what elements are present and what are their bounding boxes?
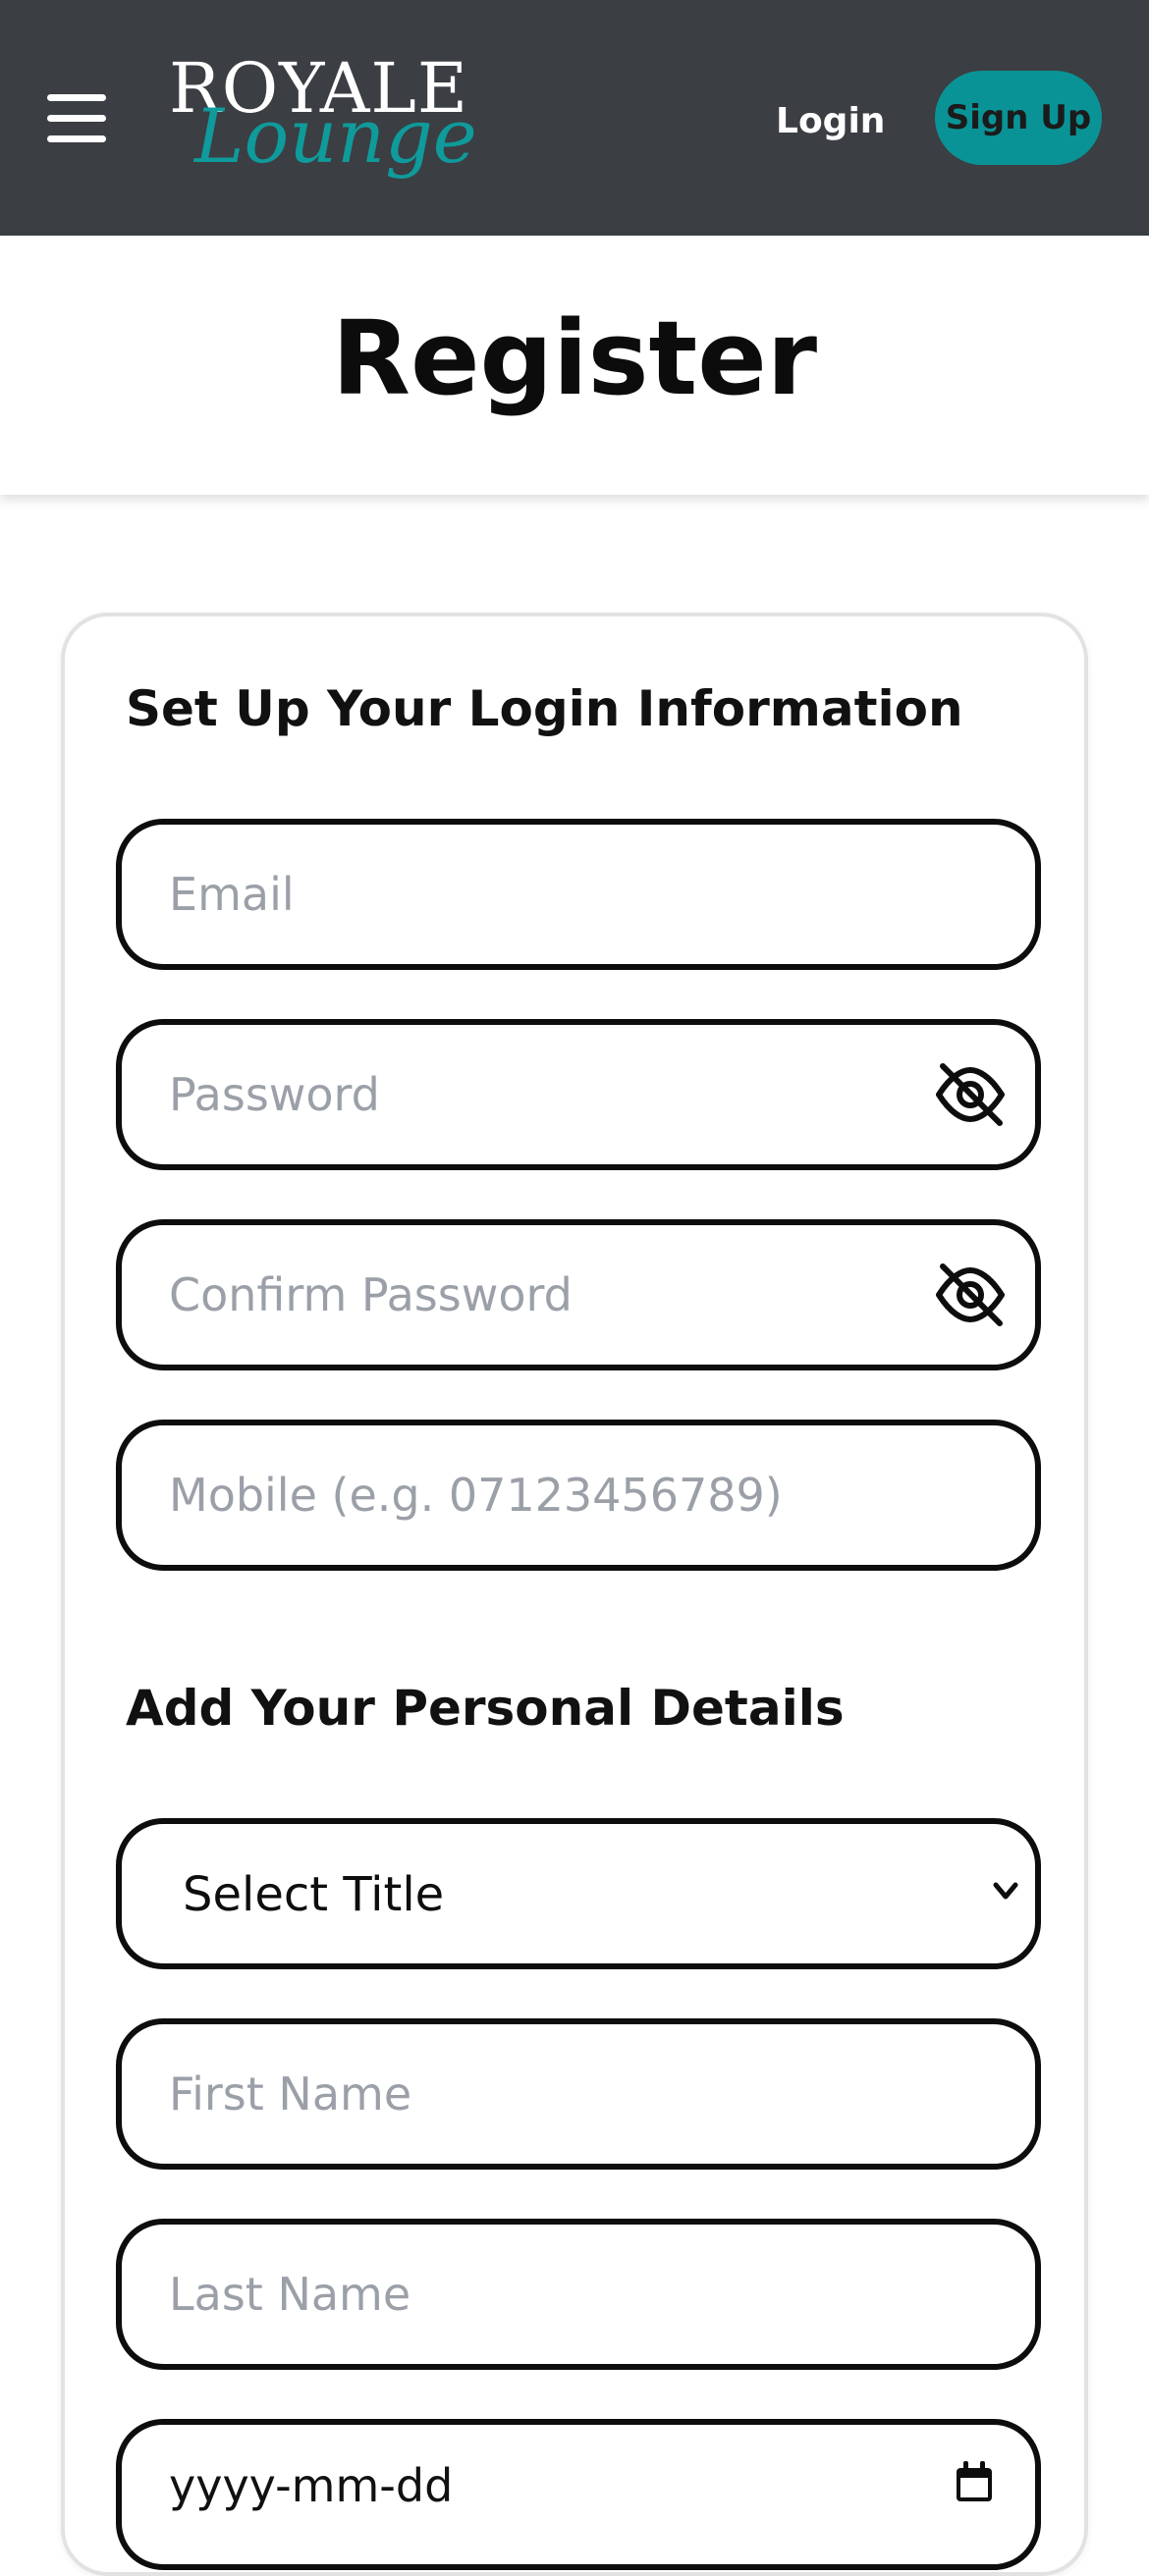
title-select-value: Select Title [183, 1867, 445, 1922]
mobile-input[interactable] [169, 1425, 955, 1565]
eye-off-icon[interactable] [935, 1262, 1006, 1327]
royale-lounge-logo[interactable]: ROYALE Lounge [169, 49, 477, 187]
calendar-icon[interactable] [955, 2460, 994, 2503]
logo-wordmark-lounge: Lounge [194, 92, 477, 180]
hamburger-icon[interactable] [47, 94, 106, 142]
date-of-birth-field[interactable]: yyyy-mm-dd [116, 2419, 1041, 2570]
date-of-birth-placeholder: yyyy-mm-dd [169, 2459, 454, 2512]
chevron-down-icon [993, 1882, 1018, 1900]
first-name-field[interactable] [116, 2018, 1041, 2170]
signup-button[interactable]: Sign Up [935, 71, 1102, 165]
last-name-field[interactable] [116, 2219, 1041, 2370]
page-header: Register [0, 236, 1149, 495]
first-name-input[interactable] [169, 2024, 955, 2164]
password-field[interactable] [116, 1019, 1041, 1170]
top-navigation-bar: ROYALE Lounge Login Sign Up [0, 0, 1149, 236]
last-name-input[interactable] [169, 2225, 955, 2364]
login-link[interactable]: Login [776, 100, 885, 143]
registration-form-card: Set Up Your Login Information Add Your P… [61, 613, 1088, 2576]
personal-details-heading: Add Your Personal Details [126, 1680, 845, 1737]
confirm-password-input[interactable] [169, 1225, 955, 1365]
email-input[interactable] [169, 825, 955, 964]
eye-off-icon[interactable] [935, 1062, 1006, 1127]
page-title: Register [331, 298, 818, 418]
password-input[interactable] [169, 1025, 955, 1164]
confirm-password-field[interactable] [116, 1219, 1041, 1370]
title-select[interactable]: Select Title [116, 1818, 1041, 1969]
login-info-heading: Set Up Your Login Information [126, 680, 963, 737]
mobile-field[interactable] [116, 1420, 1041, 1571]
email-field[interactable] [116, 819, 1041, 970]
